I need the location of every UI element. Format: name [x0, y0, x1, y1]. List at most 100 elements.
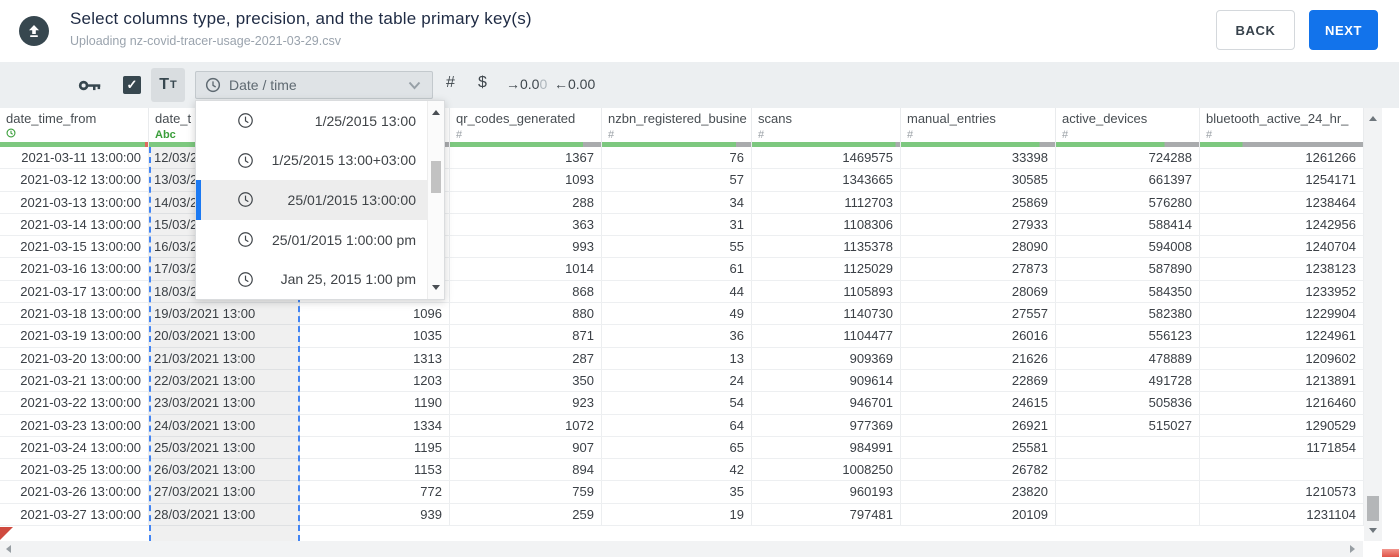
cell[interactable]: 35	[602, 481, 752, 503]
cell[interactable]: 36	[602, 325, 752, 347]
cell[interactable]: 582380	[1056, 303, 1200, 325]
cell[interactable]: 1008250	[752, 459, 901, 481]
cell[interactable]: 24	[602, 369, 752, 392]
cell[interactable]: 27/03/2021 13:00	[149, 481, 300, 503]
cell[interactable]: 478889	[1056, 347, 1200, 369]
cell[interactable]: 20/03/2021 13:00	[149, 325, 300, 347]
cell[interactable]: 1216460	[1200, 392, 1364, 414]
cell[interactable]: 1254171	[1200, 169, 1364, 191]
cell[interactable]: 24/03/2021 13:00	[149, 414, 300, 436]
cell[interactable]: 587890	[1056, 258, 1200, 280]
cell[interactable]: 939	[300, 503, 450, 526]
cell[interactable]: 576280	[1056, 191, 1200, 213]
cell[interactable]: 34	[602, 191, 752, 213]
cell[interactable]: 25/03/2021 13:00	[149, 436, 300, 459]
cell[interactable]	[1056, 503, 1200, 526]
cell[interactable]: 584350	[1056, 280, 1200, 303]
cell[interactable]: 880	[450, 303, 602, 325]
cell[interactable]: 2021-03-21 13:00:00	[0, 369, 149, 392]
back-button[interactable]: BACK	[1216, 10, 1295, 50]
cell[interactable]: 594008	[1056, 236, 1200, 258]
cell[interactable]: 23820	[901, 481, 1056, 503]
cell[interactable]: 26921	[901, 414, 1056, 436]
cell[interactable]: 1290529	[1200, 414, 1364, 436]
dropdown-scrollbar[interactable]	[427, 101, 444, 299]
cell[interactable]: 515027	[1056, 414, 1200, 436]
cell[interactable]: 977369	[752, 414, 901, 436]
cell[interactable]: 61	[602, 258, 752, 280]
cell[interactable]	[1056, 459, 1200, 481]
column-header-qr_codes_generated[interactable]: qr_codes_generated #	[450, 108, 602, 147]
cell[interactable]: 44	[602, 280, 752, 303]
cell[interactable]: 2021-03-27 13:00:00	[0, 503, 149, 526]
format-option[interactable]: 25/01/2015 1:00:00 pm	[196, 220, 428, 260]
cell[interactable]: 64	[602, 414, 752, 436]
cell[interactable]: 871	[450, 325, 602, 347]
cell[interactable]: 2021-03-16 13:00:00	[0, 258, 149, 280]
cell[interactable]: 1112703	[752, 191, 901, 213]
currency-type-button[interactable]: $	[478, 74, 487, 92]
cell[interactable]: 2021-03-15 13:00:00	[0, 236, 149, 258]
cell[interactable]: 1140730	[752, 303, 901, 325]
cell[interactable]: 1125029	[752, 258, 901, 280]
cell[interactable]: 588414	[1056, 213, 1200, 236]
cell[interactable]: 26/03/2021 13:00	[149, 459, 300, 481]
cell[interactable]: 287	[450, 347, 602, 369]
cell[interactable]: 1240704	[1200, 236, 1364, 258]
cell[interactable]: 907	[450, 436, 602, 459]
cell[interactable]: 1238464	[1200, 191, 1364, 213]
cell[interactable]: 2021-03-25 13:00:00	[0, 459, 149, 481]
cell[interactable]: 2021-03-26 13:00:00	[0, 481, 149, 503]
cell[interactable]: 1367	[450, 147, 602, 169]
cell[interactable]: 22869	[901, 369, 1056, 392]
primary-key-checkbox[interactable]	[123, 76, 141, 94]
cell[interactable]: 1093	[450, 169, 602, 191]
format-option[interactable]: 1/25/2015 13:00	[196, 101, 428, 141]
scroll-up-arrow[interactable]	[1369, 116, 1377, 121]
scroll-down-arrow[interactable]	[1369, 528, 1377, 533]
cell[interactable]: 27933	[901, 213, 1056, 236]
format-option[interactable]: Jan 25, 2015 1:00 pm	[196, 259, 428, 299]
cell[interactable]: 26782	[901, 459, 1056, 481]
cell[interactable]: 724288	[1056, 147, 1200, 169]
cell[interactable]: 65	[602, 436, 752, 459]
cell[interactable]: 1238123	[1200, 258, 1364, 280]
column-header-date_time_from[interactable]: date_time_from	[0, 108, 149, 147]
cell[interactable]: 556123	[1056, 325, 1200, 347]
cell[interactable]: 27557	[901, 303, 1056, 325]
cell[interactable]: 1229904	[1200, 303, 1364, 325]
next-button[interactable]: NEXT	[1309, 10, 1378, 50]
cell[interactable]: 923	[450, 392, 602, 414]
cell[interactable]: 909369	[752, 347, 901, 369]
cell[interactable]: 54	[602, 392, 752, 414]
cell[interactable]: 28/03/2021 13:00	[149, 503, 300, 526]
cell[interactable]: 2021-03-12 13:00:00	[0, 169, 149, 191]
cell[interactable]: 1153	[300, 459, 450, 481]
cell[interactable]: 909614	[752, 369, 901, 392]
cell[interactable]: 55	[602, 236, 752, 258]
cell[interactable]: 2021-03-22 13:00:00	[0, 392, 149, 414]
cell[interactable]: 26016	[901, 325, 1056, 347]
cell[interactable]: 2021-03-13 13:00:00	[0, 191, 149, 213]
column-header-nzbn_registered_busine[interactable]: nzbn_registered_busine #	[602, 108, 752, 147]
cell[interactable]: 20109	[901, 503, 1056, 526]
cell[interactable]: 49	[602, 303, 752, 325]
cell[interactable]: 42	[602, 459, 752, 481]
cell[interactable]: 1108306	[752, 213, 901, 236]
cell[interactable]: 759	[450, 481, 602, 503]
cell[interactable]: 946701	[752, 392, 901, 414]
cell[interactable]: 1104477	[752, 325, 901, 347]
cell[interactable]: 27873	[901, 258, 1056, 280]
cell[interactable]: 2021-03-19 13:00:00	[0, 325, 149, 347]
cell[interactable]: 1233952	[1200, 280, 1364, 303]
cell[interactable]: 25581	[901, 436, 1056, 459]
cell[interactable]: 363	[450, 213, 602, 236]
cell[interactable]: 2021-03-11 13:00:00	[0, 147, 149, 169]
cell[interactable]: 259	[450, 503, 602, 526]
cell[interactable]: 1035	[300, 325, 450, 347]
cell[interactable]: 1096	[300, 303, 450, 325]
cell[interactable]: 1195	[300, 436, 450, 459]
cell[interactable]: 1210573	[1200, 481, 1364, 503]
cell[interactable]: 1261266	[1200, 147, 1364, 169]
cell[interactable]: 2021-03-14 13:00:00	[0, 213, 149, 236]
